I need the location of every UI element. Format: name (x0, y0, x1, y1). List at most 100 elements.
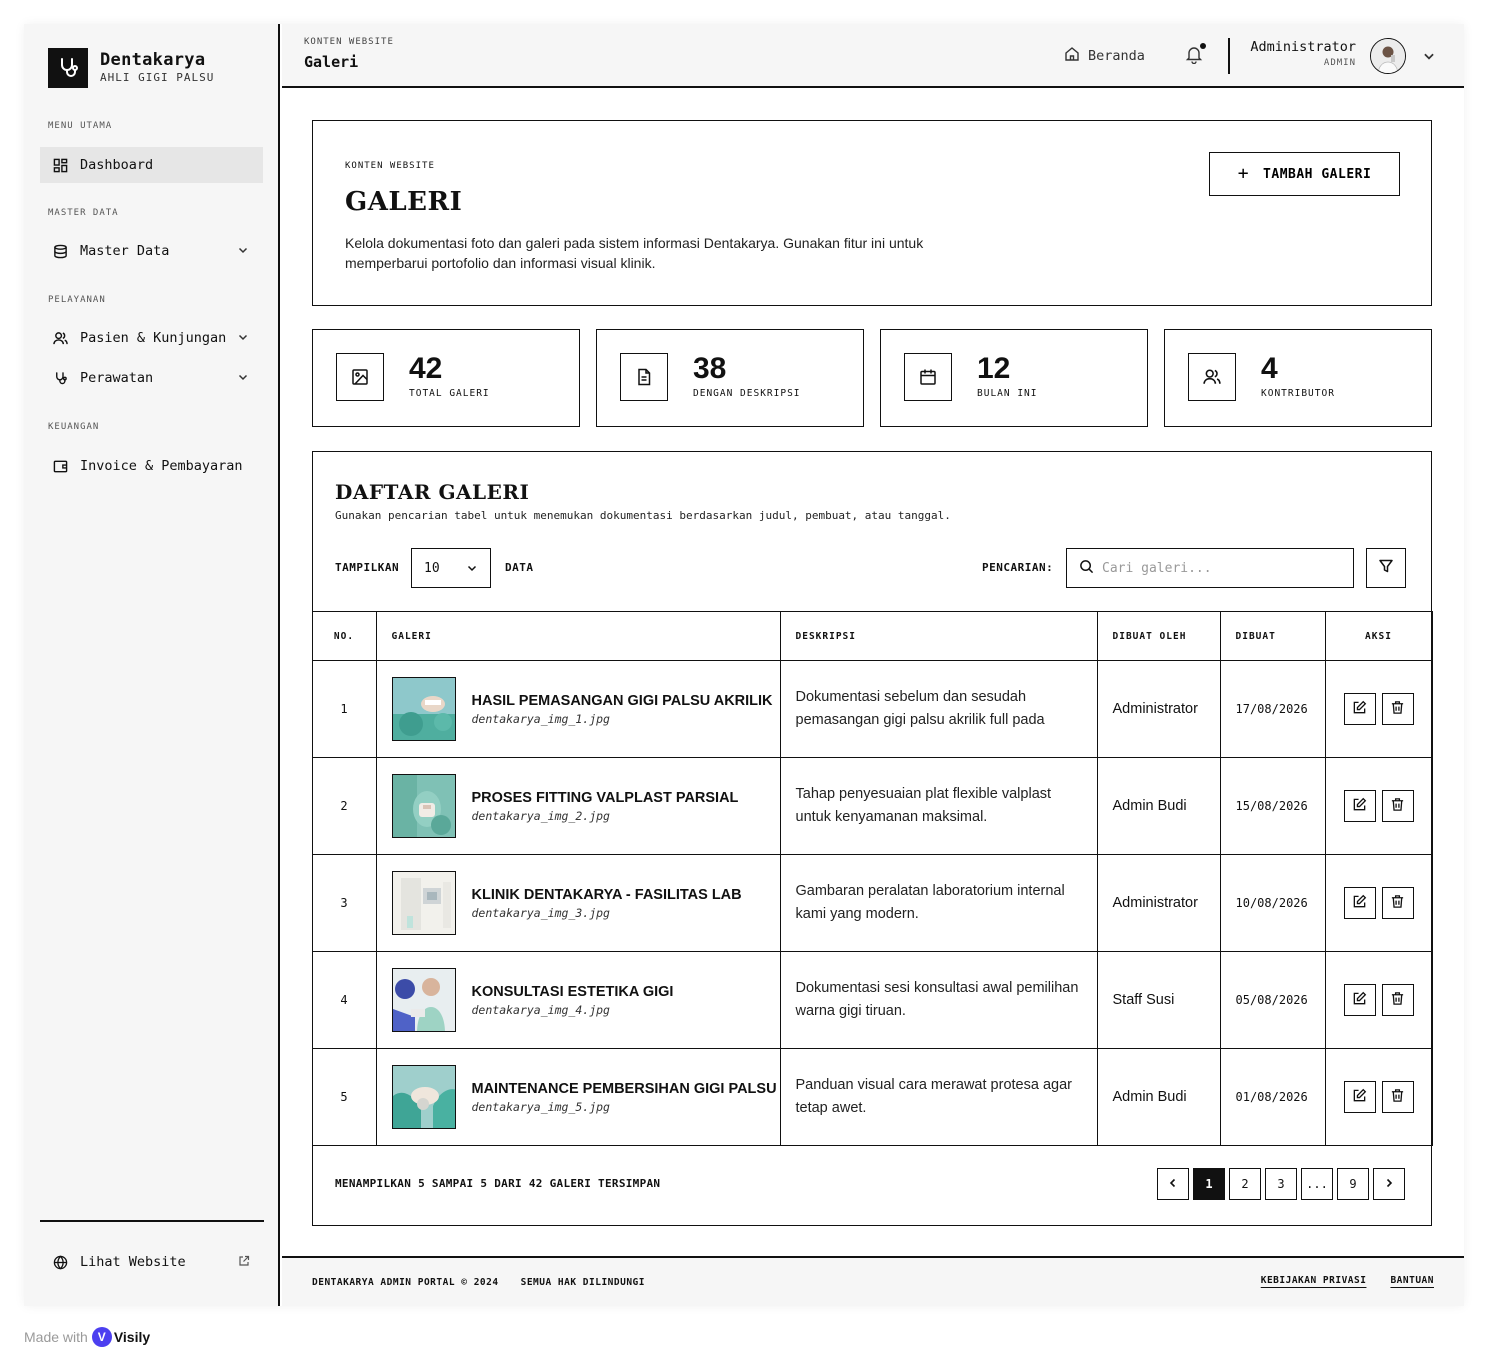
chevron-down-icon (237, 244, 249, 260)
external-link-icon (238, 1255, 250, 1271)
edit-icon (1352, 991, 1367, 1010)
top-header: KONTEN WEBSITE Galeri Beranda Administra… (282, 24, 1464, 88)
gallery-thumbnail[interactable] (391, 677, 456, 741)
delete-button[interactable] (1381, 790, 1414, 822)
users-icon (52, 330, 68, 346)
stat-value: 12 (977, 352, 1011, 385)
brand[interactable]: Dentakarya AHLI GIGI PALSU (48, 48, 214, 88)
sidebar-item-invoice-pembayaran[interactable]: Invoice & Pembayaran (40, 448, 263, 484)
trash-icon (1390, 700, 1405, 719)
page-button-2[interactable]: 2 (1229, 1168, 1261, 1200)
page-button-3[interactable]: 3 (1265, 1168, 1297, 1200)
column-header-dibuat-oleh[interactable]: DIBUAT OLEH (1096, 611, 1221, 661)
page-ellipsis: ... (1301, 1168, 1333, 1200)
edit-button[interactable] (1343, 790, 1376, 822)
created-date: 01/08/2026 (1219, 1048, 1326, 1146)
gallery-thumbnail[interactable] (391, 1065, 456, 1129)
stat-value: 4 (1261, 352, 1278, 385)
show-entries-select[interactable]: 10 (411, 548, 491, 588)
add-gallery-button[interactable]: + TAMBAH GALERI (1209, 152, 1400, 196)
delete-button[interactable] (1381, 693, 1414, 725)
filter-icon (1378, 558, 1394, 578)
stethoscope-icon (52, 370, 68, 386)
user-info[interactable]: Administrator ADMIN (1250, 39, 1356, 68)
table-row: 1 HASIL PEMASANGAN GIGI PALSU AKRILIK de… (311, 660, 1433, 758)
table-header-row: NO. GALERI DESKRIPSI DIBUAT OLEH DIBUAT … (311, 611, 1433, 661)
sidebar-item-perawatan[interactable]: Perawatan (40, 360, 263, 396)
pagination-info: MENAMPILKAN 5 SAMPAI 5 DARI 42 GALERI TE… (335, 1177, 661, 1190)
sidebar-item-label: Invoice & Pembayaran (80, 458, 243, 474)
brand-subtitle: AHLI GIGI PALSU (100, 71, 215, 84)
column-header-dibuat[interactable]: DIBUAT (1219, 611, 1326, 661)
search-input[interactable] (1102, 560, 1342, 576)
column-header-no[interactable]: NO. (311, 611, 377, 661)
image-icon (336, 353, 384, 401)
footer-copyright: DENTAKARYA ADMIN PORTAL © 2024 (312, 1277, 499, 1288)
help-link[interactable]: BANTUAN (1390, 1275, 1434, 1286)
edit-button[interactable] (1343, 984, 1376, 1016)
avatar[interactable] (1370, 38, 1406, 74)
gallery-title: MAINTENANCE PEMBERSIHAN GIGI PALSU (471, 1081, 777, 1097)
page-button-9[interactable]: 9 (1337, 1168, 1369, 1200)
gallery-description: Panduan visual cara merawat protesa agar… (779, 1048, 1098, 1146)
gallery-thumbnail[interactable] (391, 968, 456, 1032)
sidebar-item-dashboard[interactable]: Dashboard (40, 147, 263, 183)
sidebar-item-label: Perawatan (80, 370, 154, 386)
created-by: Admin Budi (1096, 1048, 1221, 1146)
created-date: 10/08/2026 (1219, 854, 1326, 952)
gallery-thumbnail[interactable] (391, 774, 456, 838)
edit-button[interactable] (1343, 693, 1376, 725)
trash-icon (1390, 797, 1405, 816)
trash-icon (1390, 991, 1405, 1010)
stat-card-total-galeri: 42 TOTAL GALERI (312, 329, 580, 427)
database-icon (52, 243, 68, 259)
sidebar-item-pasien-kunjungan[interactable]: Pasien & Kunjungan (40, 320, 263, 356)
row-number: 5 (311, 1048, 377, 1146)
privacy-policy-link[interactable]: KEBIJAKAN PRIVASI (1261, 1275, 1367, 1286)
prev-page-button[interactable] (1157, 1168, 1189, 1200)
chevron-left-icon (1167, 1177, 1179, 1192)
delete-button[interactable] (1381, 1081, 1414, 1113)
sidebar-item-label: Pasien & Kunjungan (80, 330, 227, 346)
table-subtitle: Gunakan pencarian tabel untuk menemukan … (335, 509, 951, 522)
app-frame: Dentakarya AHLI GIGI PALSU MENU UTAMA Da… (24, 24, 1464, 1306)
sidebar-divider (40, 1220, 264, 1222)
edit-button[interactable] (1343, 887, 1376, 919)
row-number: 1 (311, 660, 377, 758)
footer-rights: SEMUA HAK DILINDUNGI (520, 1277, 645, 1288)
made-with-badge[interactable]: Made with V Visily (24, 1327, 150, 1347)
column-header-deskripsi[interactable]: DESKRIPSI (779, 611, 1098, 661)
gallery-thumbnail[interactable] (391, 871, 456, 935)
filter-button[interactable] (1366, 548, 1406, 588)
stat-label: BULAN INI (977, 388, 1038, 399)
hero-card: KONTEN WEBSITE GALERI Kelola dokumentasi… (312, 120, 1432, 306)
stat-label: DENGAN DESKRIPSI (693, 388, 801, 399)
gallery-description: Dokumentasi sesi konsultasi awal pemilih… (779, 951, 1098, 1049)
gallery-title: KONSULTASI ESTETIKA GIGI (471, 984, 674, 1000)
gallery-title: HASIL PEMASANGAN GIGI PALSU AKRILIK (471, 693, 773, 709)
nav-section-pelayanan: PELAYANAN (48, 295, 106, 305)
user-menu-chevron-down-icon[interactable] (1422, 48, 1436, 67)
globe-icon (52, 1254, 68, 1270)
gallery-filename: dentakarya_img_1.jpg (471, 712, 610, 726)
edit-icon (1352, 797, 1367, 816)
home-link[interactable]: Beranda (1064, 46, 1145, 66)
user-role: ADMIN (1323, 58, 1356, 68)
stethoscope-logo-icon (48, 48, 88, 88)
sidebar-item-master-data[interactable]: Master Data (40, 233, 263, 269)
notification-bell-icon[interactable] (1184, 43, 1206, 66)
view-website-link[interactable]: Lihat Website (40, 1244, 264, 1280)
wallet-icon (52, 458, 68, 474)
search-icon (1079, 559, 1094, 578)
view-website-label: Lihat Website (80, 1254, 186, 1270)
column-header-aksi: AKSI (1324, 611, 1433, 661)
edit-button[interactable] (1343, 1081, 1376, 1113)
delete-button[interactable] (1381, 984, 1414, 1016)
page-button-1[interactable]: 1 (1193, 1168, 1225, 1200)
column-header-galeri[interactable]: GALERI (375, 611, 781, 661)
search-box (1066, 548, 1354, 588)
delete-button[interactable] (1381, 887, 1414, 919)
visily-logo-icon: V (91, 1327, 112, 1347)
breadcrumb: KONTEN WEBSITE (304, 37, 394, 47)
next-page-button[interactable] (1373, 1168, 1405, 1200)
